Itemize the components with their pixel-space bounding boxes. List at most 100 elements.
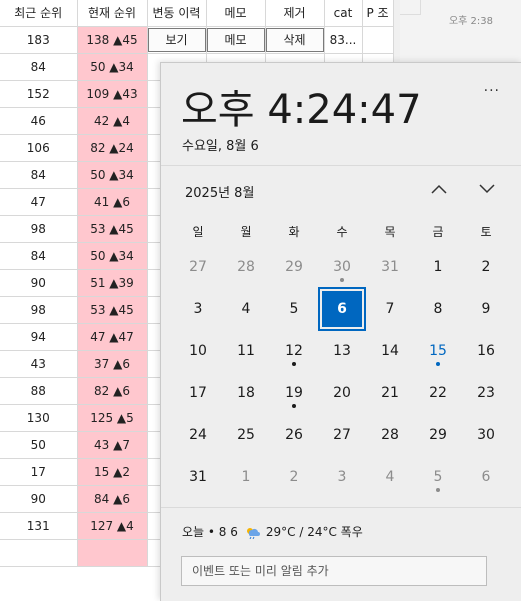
day-number: 3: [337, 469, 347, 485]
day-number: 16: [477, 343, 495, 359]
calendar-day[interactable]: 5: [418, 459, 458, 495]
calendar-day[interactable]: 7: [370, 291, 410, 327]
calendar-day[interactable]: 28: [370, 417, 410, 453]
current-rank-cell: 138 ▲45: [77, 26, 148, 54]
calendar-day[interactable]: 26: [274, 417, 314, 453]
calendar-day[interactable]: 3: [178, 291, 218, 327]
day-number: 20: [333, 385, 351, 401]
calendar-day[interactable]: 1: [418, 249, 458, 285]
weekday-label: 금: [432, 225, 444, 239]
calendar-day[interactable]: 9: [466, 291, 506, 327]
current-rank-cell: [77, 539, 148, 567]
more-options-button[interactable]: ···: [484, 83, 500, 99]
header-recent-rank[interactable]: 최근 순위: [0, 0, 78, 27]
day-number: 6: [481, 469, 491, 485]
day-number: 29: [285, 259, 303, 275]
calendar-day[interactable]: 27: [322, 417, 362, 453]
day-number: 15: [429, 343, 447, 359]
day-number: 11: [237, 343, 255, 359]
header-p[interactable]: P 조: [362, 0, 394, 27]
calendar-day[interactable]: 8: [418, 291, 458, 327]
calendar-day[interactable]: 14: [370, 333, 410, 369]
calendar-day[interactable]: 29: [274, 249, 314, 285]
weekday-label: 일: [192, 225, 204, 239]
event-dot-icon: [292, 404, 296, 408]
day-number: 8: [433, 301, 443, 317]
day-number: 21: [381, 385, 399, 401]
remove-cell[interactable]: 삭제: [265, 26, 325, 54]
day-number: 26: [285, 427, 303, 443]
event-dot-icon: [436, 488, 440, 492]
calendar-day[interactable]: 27: [178, 249, 218, 285]
memo-cell[interactable]: 메모: [206, 26, 266, 54]
calendar-day[interactable]: 2: [274, 459, 314, 495]
weekday-label: 목: [384, 225, 396, 239]
calendar-day[interactable]: 4: [226, 291, 266, 327]
calendar-day[interactable]: 10: [178, 333, 218, 369]
current-rank-cell: 82 ▲24: [77, 134, 148, 162]
calendar-day[interactable]: 29: [418, 417, 458, 453]
recent-rank-cell: 183: [0, 26, 78, 54]
calendar-day[interactable]: 30: [466, 417, 506, 453]
calendar-day[interactable]: 1: [226, 459, 266, 495]
calendar-day[interactable]: 12: [274, 333, 314, 369]
day-number: 4: [385, 469, 395, 485]
calendar-day[interactable]: 13: [322, 333, 362, 369]
header-memo[interactable]: 메모: [206, 0, 266, 27]
add-event-input[interactable]: 이벤트 또는 미리 알림 추가: [181, 556, 487, 586]
memo-button[interactable]: 메모: [206, 27, 264, 52]
weather-text: 29°C / 24°C 폭우: [265, 525, 363, 539]
month-label[interactable]: 2025년 8월: [185, 182, 254, 201]
prev-month-button[interactable]: [429, 180, 449, 200]
day-number: 12: [285, 343, 303, 359]
day-number: 28: [381, 427, 399, 443]
calendar-day[interactable]: 21: [370, 375, 410, 411]
header-cat[interactable]: cat: [324, 0, 363, 27]
calendar-day[interactable]: 2: [466, 249, 506, 285]
header-remove[interactable]: 제거: [265, 0, 325, 27]
calendar-day[interactable]: 31: [370, 249, 410, 285]
day-number: 5: [289, 301, 299, 317]
calendar-day[interactable]: 30: [322, 249, 362, 285]
calendar-day[interactable]: 22: [418, 375, 458, 411]
calendar-day[interactable]: 15: [418, 333, 458, 369]
history-button[interactable]: 보기: [147, 27, 205, 52]
calendar-day[interactable]: 18: [226, 375, 266, 411]
calendar-day[interactable]: 17: [178, 375, 218, 411]
current-date[interactable]: 수요일, 8월 6: [182, 135, 259, 154]
header-history[interactable]: 변동 이력: [147, 0, 207, 27]
current-rank-cell: 50 ▲34: [77, 242, 148, 270]
next-month-button[interactable]: [477, 180, 497, 200]
current-rank-cell: 127 ▲4: [77, 512, 148, 540]
recent-rank-cell: 131: [0, 512, 78, 540]
day-number: 27: [333, 427, 351, 443]
day-number: 31: [381, 259, 399, 275]
calendar-day[interactable]: 16: [466, 333, 506, 369]
calendar-day[interactable]: 25: [226, 417, 266, 453]
calendar-day[interactable]: 3: [322, 459, 362, 495]
day-number: 29: [429, 427, 447, 443]
day-number: 9: [481, 301, 491, 317]
calendar-day[interactable]: 4: [370, 459, 410, 495]
calendar-day[interactable]: 31: [178, 459, 218, 495]
calendar-day[interactable]: 11: [226, 333, 266, 369]
table-header-row: 최근 순위 현재 순위 변동 이력 메모 제거 cat P 조: [0, 0, 394, 27]
header-current-rank[interactable]: 현재 순위: [77, 0, 148, 27]
remove-button[interactable]: 삭제: [265, 27, 323, 52]
calendar-day[interactable]: 23: [466, 375, 506, 411]
day-number: 1: [241, 469, 251, 485]
calendar-day-today[interactable]: 6: [318, 287, 366, 331]
day-number: 2: [289, 469, 299, 485]
weekday-label: 토: [480, 225, 492, 239]
history-cell[interactable]: 보기: [147, 26, 207, 54]
chevron-down-icon: [479, 184, 495, 194]
day-number: 18: [237, 385, 255, 401]
calendar-day[interactable]: 24: [178, 417, 218, 453]
calendar-day[interactable]: 6: [466, 459, 506, 495]
calendar-day[interactable]: 28: [226, 249, 266, 285]
calendar-day[interactable]: 5: [274, 291, 314, 327]
calendar-day[interactable]: 19: [274, 375, 314, 411]
clock-time: 오후 4:24:47: [181, 87, 422, 133]
calendar-day[interactable]: 20: [322, 375, 362, 411]
today-summary[interactable]: 오늘 • 8 6 29°C / 24°C 폭우: [182, 523, 363, 540]
